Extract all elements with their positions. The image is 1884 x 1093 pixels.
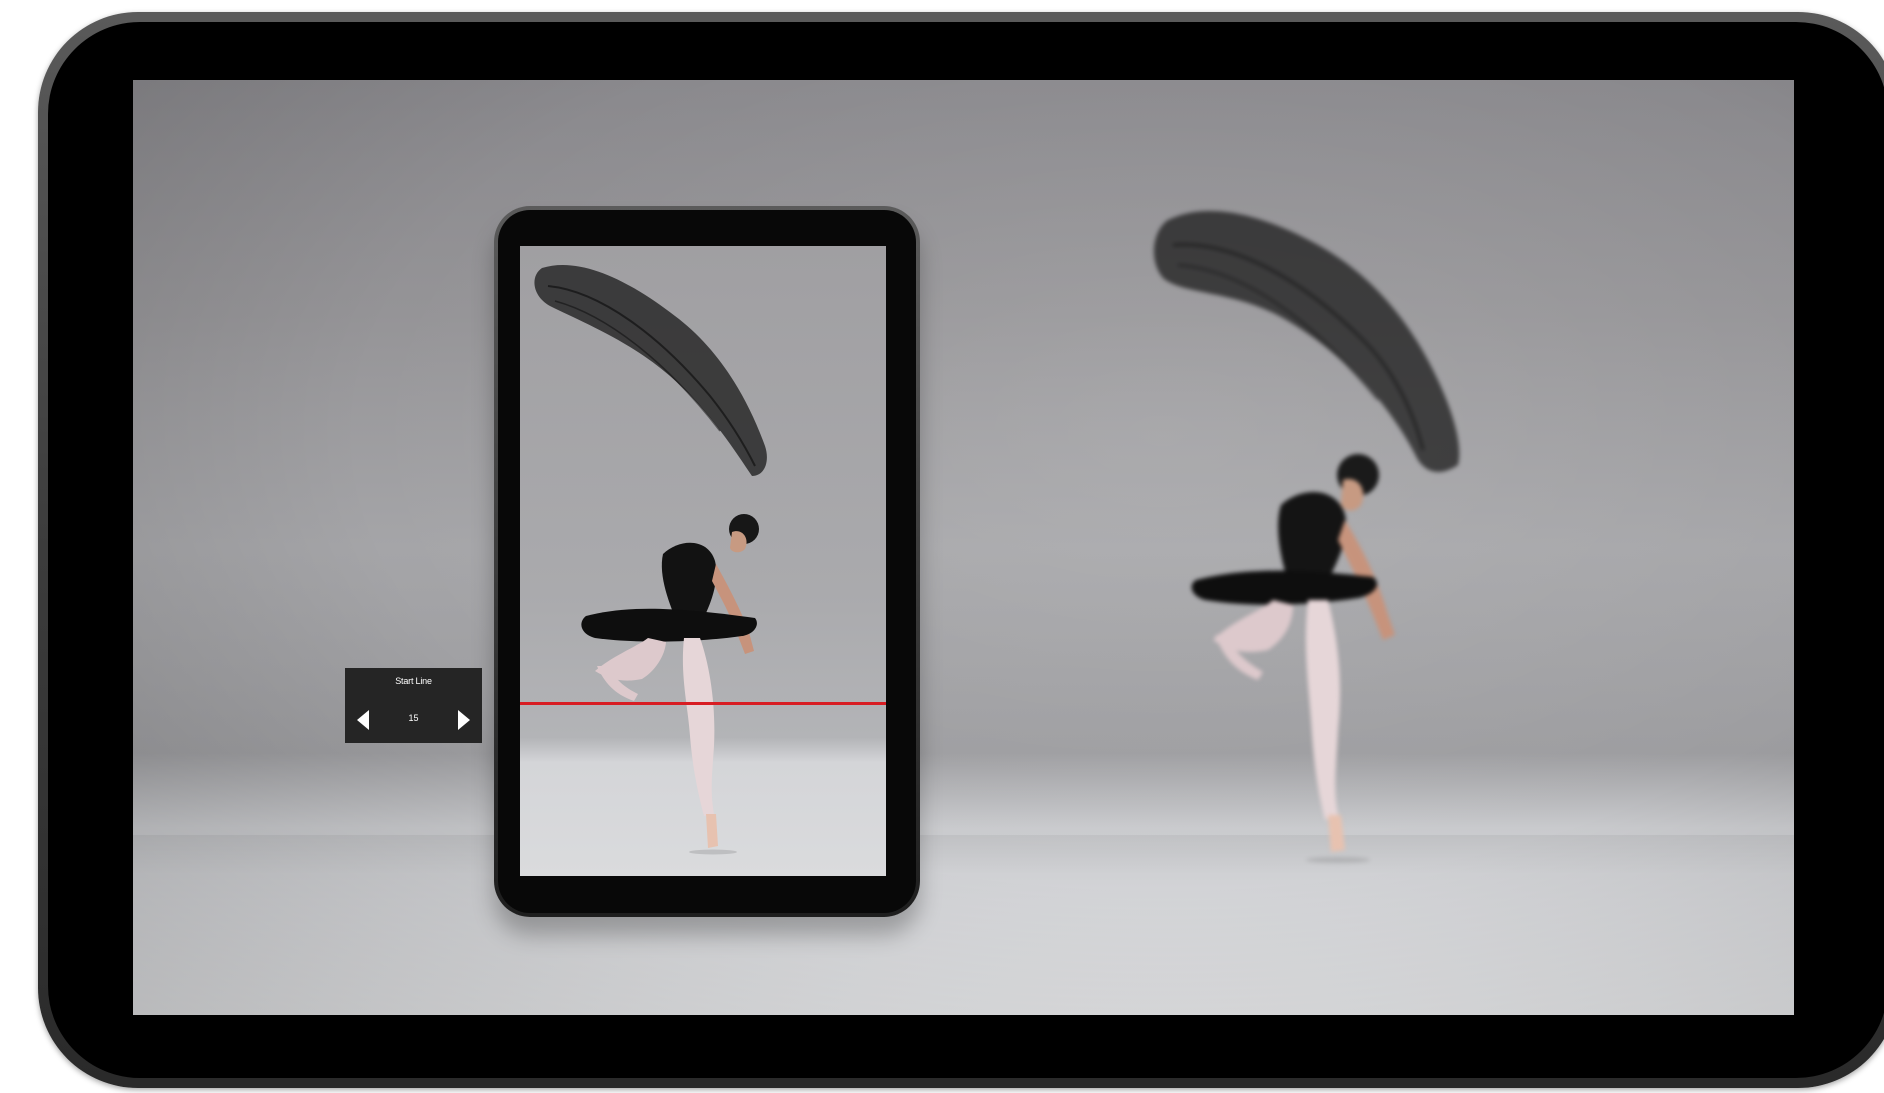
background-dancer-image <box>1153 210 1460 863</box>
triangle-right-icon[interactable] <box>454 708 472 732</box>
preview-screen <box>133 80 1794 1015</box>
start-line-indicator[interactable] <box>520 702 886 705</box>
phone-preview-screen <box>520 246 886 876</box>
start-line-label: Start Line <box>395 676 432 686</box>
phone-dancer-image <box>534 264 767 855</box>
start-line-panel: Start Line 15 <box>345 668 482 743</box>
phone-preview-frame <box>494 206 920 917</box>
